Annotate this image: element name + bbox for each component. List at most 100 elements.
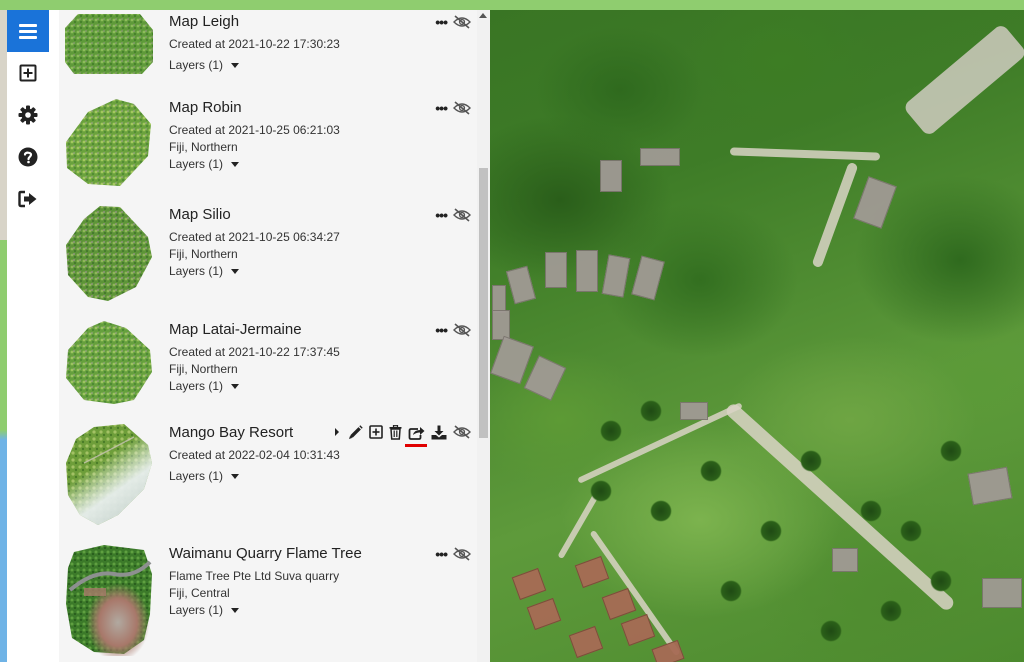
layers-dropdown[interactable]: Layers (1) [169,602,419,619]
caret-down-icon [231,608,240,613]
map-tree [700,460,722,482]
map-created-at: Created at 2021-10-22 17:30:23 [169,37,340,51]
map-thumbnail[interactable] [64,320,154,406]
download-button[interactable] [431,424,447,440]
map-tree [940,440,962,462]
delete-button[interactable] [389,424,402,440]
add-map-button[interactable] [7,52,49,94]
map-list-item[interactable]: Mango Bay Resort Created at 2022-02-04 1… [59,423,477,538]
layers-dropdown[interactable]: Layers (1) [169,263,419,280]
map-building [600,160,622,192]
map-thumbnail[interactable] [64,205,154,305]
map-location: Fiji, Northern [169,247,238,261]
map-list-item[interactable]: Map Latai-Jermaine Created at 2021-10-22… [59,320,477,420]
map-tree [640,400,662,422]
layers-dropdown[interactable]: Layers (1) [169,156,419,173]
panel-scrollbar[interactable] [477,10,490,662]
map-building [853,176,897,229]
gear-icon [18,105,38,125]
caret-down-icon [231,474,240,479]
visibility-toggle-button[interactable] [453,322,471,338]
map-list-item[interactable]: Map Leigh Created at 2021-10-22 17:30:23… [59,12,477,97]
logout-button[interactable] [7,178,49,220]
map-thumbnail[interactable] [64,98,154,188]
map-actions: ••• [429,100,471,116]
more-options-button[interactable]: ••• [435,14,448,30]
eye-slash-icon [453,425,471,439]
map-title[interactable]: Map Latai-Jermaine [169,320,419,340]
map-building [967,466,1013,506]
map-road [811,161,859,269]
map-location: Fiji, Northern [169,362,238,376]
map-building [832,548,858,572]
map-list-item[interactable]: Map Silio Created at 2021-10-25 06:34:27… [59,205,477,315]
eye-slash-icon [453,101,471,115]
plus-square-icon [369,425,383,439]
map-building [505,265,537,305]
map-thumbnail[interactable] [64,423,154,527]
menu-button[interactable] [7,10,49,52]
more-options-button[interactable]: ••• [435,207,448,223]
caret-down-icon [231,269,240,274]
map-building [490,335,534,385]
map-building [631,255,665,301]
edit-button[interactable] [348,424,363,440]
map-building [680,402,708,420]
basemap-top-strip [0,0,1024,10]
eye-slash-icon [453,15,471,29]
map-tree [760,520,782,542]
more-options-button[interactable]: ••• [435,100,448,116]
eye-slash-icon [453,323,471,337]
map-building [568,625,604,659]
pencil-icon [349,424,363,439]
layers-dropdown[interactable]: Layers (1) [169,378,419,395]
map-road [902,22,1024,138]
map-title[interactable]: Map Leigh [169,12,419,32]
settings-button[interactable] [7,94,49,136]
caret-down-icon [231,384,240,389]
more-options-button[interactable]: ••• [435,322,448,338]
map-title[interactable]: Map Robin [169,98,419,118]
map-tree [720,580,742,602]
visibility-toggle-button[interactable] [453,546,471,562]
map-title[interactable]: Map Silio [169,205,419,225]
map-building [545,252,567,288]
more-options-button[interactable]: ••• [435,546,448,562]
caret-right-icon [335,428,339,436]
layers-label: Layers (1) [169,469,224,483]
map-tree [820,620,842,642]
map-list-item[interactable]: Map Robin Created at 2021-10-25 06:21:03… [59,98,477,208]
map-location: Fiji, Northern [169,140,238,154]
help-button[interactable] [7,136,49,178]
map-tree [860,500,882,522]
map-actions: ••• [429,207,471,223]
visibility-toggle-button[interactable] [453,14,471,30]
layers-dropdown[interactable]: Layers (1) [169,468,419,485]
icon-sidebar [7,10,59,662]
map-building [574,555,610,589]
help-icon [18,147,38,167]
visibility-toggle-button[interactable] [453,207,471,223]
map-tree [800,450,822,472]
map-thumbnail[interactable] [64,12,154,76]
map-list-item[interactable]: Waimanu Quarry Flame Tree Flame Tree Pte… [59,544,477,662]
share-button[interactable] [405,424,427,447]
map-building [576,250,598,292]
map-thumbnail[interactable] [64,544,154,656]
visibility-toggle-button[interactable] [453,100,471,116]
collapse-actions-button[interactable] [334,424,340,440]
map-title[interactable]: Waimanu Quarry Flame Tree [169,544,419,564]
layers-label: Layers (1) [169,58,224,72]
map-building [982,578,1022,608]
map-building [601,254,631,298]
map-tree [930,570,952,592]
visibility-toggle-button[interactable] [453,424,471,440]
scroll-up-arrow-icon[interactable] [479,13,487,18]
map-actions-expanded [334,424,471,447]
add-layer-button[interactable] [369,424,383,440]
map-actions: ••• [429,14,471,30]
scrollbar-thumb[interactable] [479,168,488,438]
map-tree [650,500,672,522]
trash-icon [389,424,402,440]
layers-dropdown[interactable]: Layers (1) [169,57,419,74]
